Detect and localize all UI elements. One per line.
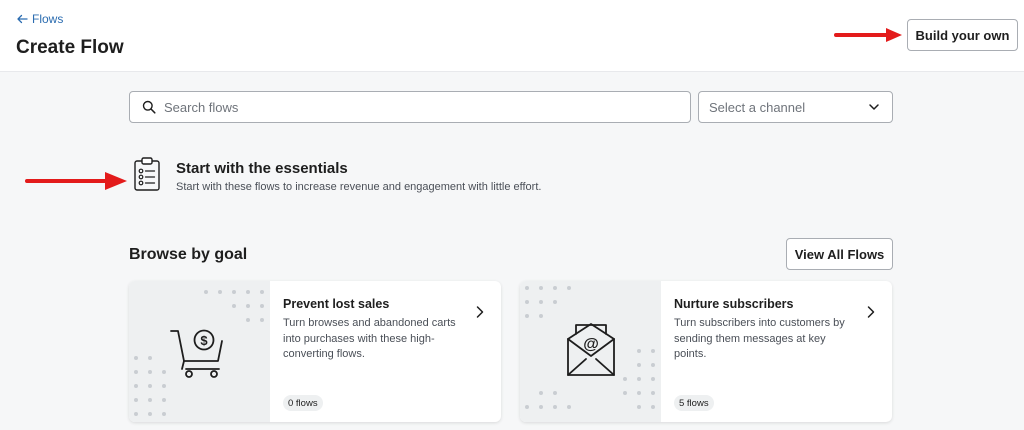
card-title: Prevent lost sales — [283, 297, 390, 311]
essentials-subtitle: Start with these flows to increase reven… — [176, 181, 542, 193]
card-description: Turn subscribers into customers by sendi… — [674, 317, 845, 360]
build-your-own-button[interactable]: Build your own — [907, 19, 1018, 51]
channel-select-value: Select a channel — [709, 99, 806, 115]
card-description: Turn browses and abandoned carts into pu… — [283, 317, 456, 360]
email-envelope-icon: @ — [525, 286, 655, 409]
chevron-down-icon — [869, 104, 879, 110]
annotation-arrow-icon — [25, 172, 127, 190]
essentials-title[interactable]: Start with the essentials — [176, 160, 348, 177]
card-illustration: @ — [520, 281, 661, 422]
back-link-label[interactable]: Flows — [32, 12, 63, 26]
page-title: Create Flow — [16, 37, 124, 58]
shopping-cart-dollar-icon: $ — [134, 290, 264, 416]
card-illustration: $ — [129, 281, 270, 422]
svg-text:$: $ — [200, 333, 208, 348]
channel-select[interactable]: Select a channel — [698, 91, 893, 123]
view-all-flows-button[interactable]: View All Flows — [786, 238, 893, 270]
flow-count-badge: 0 flows — [283, 395, 323, 411]
back-to-flows-link[interactable]: Flows — [16, 12, 63, 26]
clipboard-checklist-icon — [134, 157, 160, 191]
chevron-right-icon[interactable] — [475, 305, 485, 319]
search-icon — [142, 100, 156, 114]
arrow-left-icon — [17, 14, 28, 24]
svg-text:@: @ — [583, 336, 599, 353]
goal-card-prevent-lost-sales[interactable]: $ Prevent lost sales Turn browses and ab… — [129, 281, 501, 422]
flow-count-badge: 5 flows — [674, 395, 714, 411]
search-flows-box[interactable] — [129, 91, 691, 123]
browse-by-goal-heading: Browse by goal — [129, 246, 248, 263]
goal-card-nurture-subscribers[interactable]: @ Nurture subscribers Turn subscribers i… — [520, 281, 892, 422]
search-input[interactable] — [164, 99, 664, 115]
chevron-right-icon[interactable] — [866, 305, 876, 319]
card-title: Nurture subscribers — [674, 297, 794, 311]
annotation-arrow-icon — [834, 28, 902, 42]
